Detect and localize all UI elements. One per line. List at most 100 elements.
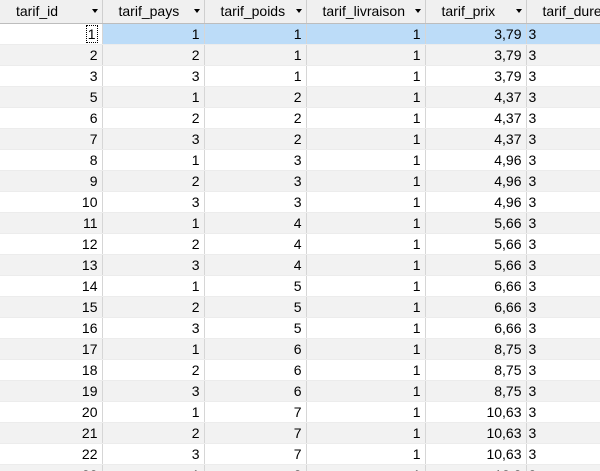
- table-row[interactable]: 14 1 5 1 6,66 3: [0, 275, 600, 297]
- cell-tarif-duree[interactable]: 3: [526, 128, 600, 150]
- cell-tarif-pays[interactable]: 1: [102, 338, 205, 360]
- cell-tarif-id[interactable]: 17: [0, 338, 103, 360]
- cell-tarif-pays[interactable]: 2: [102, 44, 205, 66]
- table-row[interactable]: 13 3 4 1 5,66 3: [0, 254, 600, 276]
- cell-tarif-id[interactable]: 3: [0, 65, 103, 87]
- cell-tarif-pays[interactable]: 1: [102, 86, 205, 108]
- cell-tarif-prix[interactable]: 5,66: [425, 212, 527, 234]
- table-row[interactable]: 2 2 1 1 3,79 3: [0, 44, 600, 66]
- cell-tarif-livraison[interactable]: 1: [306, 23, 426, 45]
- table-row[interactable]: 9 2 3 1 4,96 3: [0, 170, 600, 192]
- cell-tarif-id[interactable]: 14: [0, 275, 103, 297]
- cell-tarif-prix[interactable]: 5,66: [425, 233, 527, 255]
- cell-tarif-livraison[interactable]: 1: [306, 401, 426, 423]
- cell-tarif-prix[interactable]: 6,66: [425, 275, 527, 297]
- cell-tarif-id[interactable]: 18: [0, 359, 103, 381]
- cell-tarif-id[interactable]: 12: [0, 233, 103, 255]
- cell-tarif-poids[interactable]: 5: [204, 317, 307, 339]
- cell-tarif-livraison[interactable]: 1: [306, 107, 426, 129]
- cell-tarif-duree[interactable]: 3: [526, 464, 600, 471]
- cell-tarif-poids[interactable]: 4: [204, 254, 307, 276]
- cell-tarif-duree[interactable]: 3: [526, 233, 600, 255]
- cell-tarif-id[interactable]: 5: [0, 86, 103, 108]
- cell-tarif-livraison[interactable]: 1: [306, 422, 426, 444]
- cell-tarif-livraison[interactable]: 1: [306, 149, 426, 171]
- cell-tarif-id[interactable]: 13: [0, 254, 103, 276]
- cell-tarif-id[interactable]: 1: [0, 23, 103, 45]
- cell-tarif-prix[interactable]: 3,79: [425, 44, 527, 66]
- cell-tarif-prix[interactable]: 8,75: [425, 359, 527, 381]
- cell-tarif-id[interactable]: 19: [0, 380, 103, 402]
- cell-tarif-id[interactable]: 10: [0, 191, 103, 213]
- cell-tarif-duree[interactable]: 3: [526, 86, 600, 108]
- cell-tarif-duree[interactable]: 3: [526, 422, 600, 444]
- cell-tarif-pays[interactable]: 1: [102, 149, 205, 171]
- cell-tarif-duree[interactable]: 3: [526, 170, 600, 192]
- cell-tarif-id[interactable]: 9: [0, 170, 103, 192]
- cell-tarif-prix[interactable]: 4,96: [425, 170, 527, 192]
- cell-tarif-id[interactable]: 16: [0, 317, 103, 339]
- cell-tarif-prix[interactable]: 6,66: [425, 317, 527, 339]
- cell-tarif-duree[interactable]: 3: [526, 149, 600, 171]
- cell-tarif-prix[interactable]: 10,63: [425, 422, 527, 444]
- cell-tarif-prix[interactable]: 10,63: [425, 401, 527, 423]
- sort-filter-dropdown-icon[interactable]: [414, 9, 421, 13]
- cell-tarif-livraison[interactable]: 1: [306, 380, 426, 402]
- cell-tarif-id[interactable]: 22: [0, 443, 103, 465]
- cell-tarif-duree[interactable]: 3: [526, 401, 600, 423]
- cell-tarif-duree[interactable]: 3: [526, 380, 600, 402]
- cell-tarif-pays[interactable]: 2: [102, 107, 205, 129]
- cell-tarif-pays[interactable]: 1: [102, 401, 205, 423]
- cell-tarif-pays[interactable]: 1: [102, 464, 205, 471]
- cell-tarif-livraison[interactable]: 1: [306, 65, 426, 87]
- cell-tarif-duree[interactable]: 3: [526, 44, 600, 66]
- cell-tarif-prix[interactable]: 5,66: [425, 254, 527, 276]
- table-row[interactable]: 15 2 5 1 6,66 3: [0, 296, 600, 318]
- cell-tarif-poids[interactable]: 4: [204, 233, 307, 255]
- cell-tarif-livraison[interactable]: 1: [306, 170, 426, 192]
- cell-tarif-poids[interactable]: 6: [204, 380, 307, 402]
- cell-tarif-pays[interactable]: 1: [102, 275, 205, 297]
- cell-tarif-poids[interactable]: 5: [204, 296, 307, 318]
- table-row[interactable]: 11 1 4 1 5,66 3: [0, 212, 600, 234]
- cell-tarif-poids[interactable]: 1: [204, 44, 307, 66]
- cell-tarif-prix[interactable]: 8,75: [425, 380, 527, 402]
- cell-tarif-duree[interactable]: 3: [526, 296, 600, 318]
- cell-tarif-poids[interactable]: 2: [204, 107, 307, 129]
- cell-tarif-duree[interactable]: 3: [526, 338, 600, 360]
- cell-tarif-id[interactable]: 11: [0, 212, 103, 234]
- datasheet-grid[interactable]: tarif_id tarif_pays tarif_poids tarif_livra…: [0, 0, 600, 471]
- cell-tarif-livraison[interactable]: 1: [306, 275, 426, 297]
- cell-tarif-duree[interactable]: 3: [526, 359, 600, 381]
- cell-tarif-prix[interactable]: 4,96: [425, 149, 527, 171]
- cell-tarif-pays[interactable]: 2: [102, 422, 205, 444]
- cell-tarif-livraison[interactable]: 1: [306, 338, 426, 360]
- cell-tarif-livraison[interactable]: 1: [306, 359, 426, 381]
- sort-filter-dropdown-icon[interactable]: [515, 9, 522, 13]
- cell-tarif-prix[interactable]: 4,37: [425, 86, 527, 108]
- cell-tarif-duree[interactable]: 3: [526, 23, 600, 45]
- cell-tarif-livraison[interactable]: 1: [306, 128, 426, 150]
- cell-tarif-poids[interactable]: 1: [204, 65, 307, 87]
- table-row[interactable]: 22 3 7 1 10,63 3: [0, 443, 600, 465]
- table-row[interactable]: 20 1 7 1 10,63 3: [0, 401, 600, 423]
- cell-tarif-pays[interactable]: 3: [102, 65, 205, 87]
- cell-tarif-id[interactable]: 21: [0, 422, 103, 444]
- table-row[interactable]: 10 3 3 1 4,96 3: [0, 191, 600, 213]
- cell-tarif-duree[interactable]: 3: [526, 443, 600, 465]
- cell-tarif-livraison[interactable]: 1: [306, 212, 426, 234]
- table-row[interactable]: 7 3 2 1 4,37 3: [0, 128, 600, 150]
- cell-tarif-poids[interactable]: 7: [204, 443, 307, 465]
- cell-tarif-prix[interactable]: 10,63: [425, 443, 527, 465]
- table-row[interactable]: 21 2 7 1 10,63 3: [0, 422, 600, 444]
- table-row[interactable]: 17 1 6 1 8,75 3: [0, 338, 600, 360]
- cell-tarif-poids[interactable]: 5: [204, 275, 307, 297]
- cell-tarif-prix[interactable]: 3,79: [425, 65, 527, 87]
- cell-tarif-id[interactable]: 2: [0, 44, 103, 66]
- sort-filter-dropdown-icon[interactable]: [91, 9, 98, 13]
- cell-tarif-prix[interactable]: 12,8: [425, 464, 527, 471]
- cell-tarif-poids[interactable]: 7: [204, 422, 307, 444]
- cell-tarif-id[interactable]: 23: [0, 464, 103, 471]
- cell-tarif-poids[interactable]: 3: [204, 149, 307, 171]
- column-header-tarif-pays[interactable]: tarif_pays: [102, 0, 205, 24]
